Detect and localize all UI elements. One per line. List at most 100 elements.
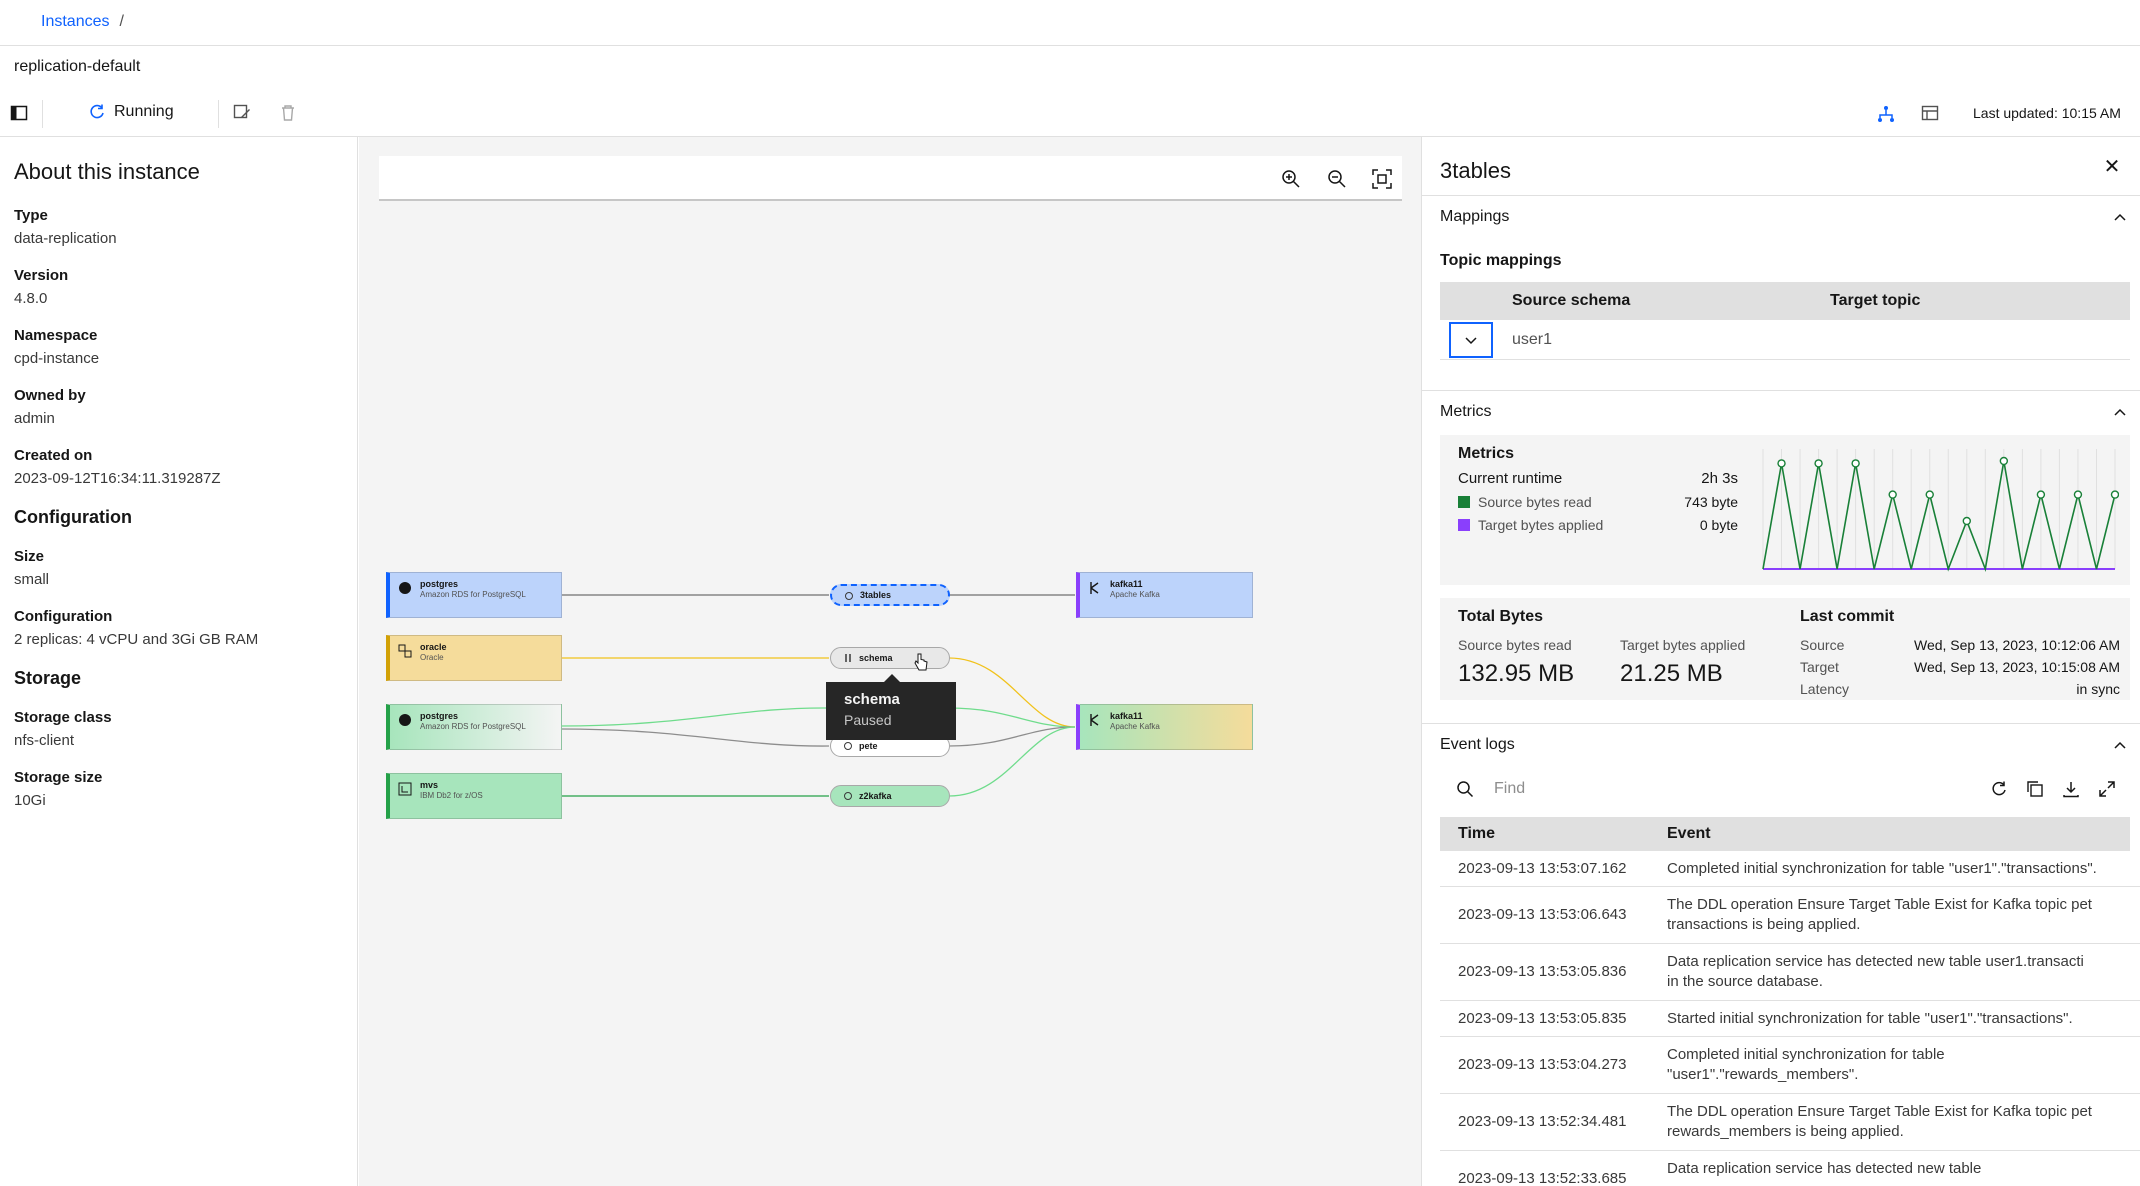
table-row: 2023-09-13 13:53:06.643 The DDL operatio… xyxy=(1440,887,2140,944)
source-series-point xyxy=(1777,459,1786,468)
total-bytes-heading: Total Bytes xyxy=(1458,608,1544,625)
source-series-point xyxy=(1888,490,1897,499)
latency-label: Latency xyxy=(1800,681,1850,697)
totals-card: Total Bytes Source bytes read 132.95 MB … xyxy=(1440,598,2130,700)
field-value: 4.8.0 xyxy=(14,290,48,307)
topology-canvas[interactable]: postgres Amazon RDS for PostgreSQL oracl… xyxy=(359,137,1421,1186)
about-field: Version 4.8.0 xyxy=(14,267,343,307)
source-series-point xyxy=(1999,456,2009,466)
field-label: Owned by xyxy=(14,387,86,404)
commit-target-value: Wed, Sep 13, 2023, 10:15:08 AM xyxy=(1913,659,2120,675)
event-text: Data replication service has detected ne… xyxy=(1667,953,2084,990)
search-input[interactable]: Find xyxy=(1494,780,1525,798)
flow-label: pete xyxy=(859,741,878,751)
toggle-panel-button[interactable] xyxy=(10,104,28,122)
runtime-value: 2h 3s xyxy=(1701,470,1738,487)
details-panel: 3tables ✕ Mappings Topic mappings Source… xyxy=(1421,137,2140,1186)
column-source-schema: Source schema xyxy=(1512,292,1631,309)
source-legend-swatch xyxy=(1458,496,1470,508)
breadcrumb-instances-link[interactable]: Instances xyxy=(41,13,109,31)
metrics-accordion[interactable]: Metrics xyxy=(1422,390,2140,436)
close-icon[interactable]: ✕ xyxy=(2102,157,2122,177)
topology-view-button[interactable] xyxy=(1876,104,1896,124)
event-text: The DDL operation Ensure Target Table Ex… xyxy=(1667,896,2092,933)
table-view-button[interactable] xyxy=(1921,104,1939,122)
app-root: Instances / replication-default Running … xyxy=(0,0,2140,1186)
node-title: postgres xyxy=(420,579,459,589)
delete-button[interactable] xyxy=(280,104,296,122)
page-title: replication-default xyxy=(14,58,141,75)
target-bytes-row: Target bytes applied 0 byte xyxy=(1458,517,1738,533)
column-target-topic: Target topic xyxy=(1830,292,1921,309)
configuration-heading: Configuration xyxy=(14,507,132,527)
copy-icon[interactable] xyxy=(2026,780,2044,798)
total-source-label: Source bytes read xyxy=(1458,637,1572,653)
toolbar-divider xyxy=(218,100,219,128)
node-title: kafka11 xyxy=(1110,579,1143,589)
edit-icon xyxy=(233,104,250,119)
event-table-header: Time Event xyxy=(1440,817,2130,851)
node-subtitle: Oracle xyxy=(420,653,444,662)
about-heading: About this instance xyxy=(14,159,200,184)
metrics-card: Metrics Current runtime 2h 3s Source byt… xyxy=(1440,435,2130,585)
config-field: Size small xyxy=(14,548,343,588)
target-node-kafka[interactable]: kafka11 Apache Kafka xyxy=(1076,704,1253,750)
field-label: Storage class xyxy=(14,709,112,726)
field-value: small xyxy=(14,571,50,588)
source-bytes-value: 743 byte xyxy=(1684,494,1738,510)
target-node-kafka[interactable]: kafka11 Apache Kafka xyxy=(1076,572,1253,618)
topology-icon xyxy=(1878,106,1894,122)
flow-label: schema xyxy=(859,653,893,663)
details-title: 3tables xyxy=(1440,158,1511,183)
chevron-up-icon xyxy=(2114,213,2126,221)
download-icon[interactable] xyxy=(2062,780,2080,798)
storage-field: Storage size 10Gi xyxy=(14,769,343,809)
refresh-icon xyxy=(844,792,852,800)
flow-pill-z2kafka[interactable]: z2kafka xyxy=(830,785,950,807)
database-icon xyxy=(399,582,411,594)
field-label: Size xyxy=(14,548,45,565)
node-title: postgres xyxy=(420,711,459,721)
source-node-oracle[interactable]: oracle Oracle xyxy=(386,635,562,681)
field-label: Type xyxy=(14,207,48,224)
refresh-icon[interactable] xyxy=(1990,780,2008,798)
tooltip-title: schema xyxy=(844,691,900,708)
trash-icon xyxy=(282,105,294,121)
search-icon xyxy=(1457,781,1474,798)
node-title: oracle xyxy=(420,642,447,652)
event-time: 2023-09-13 13:53:07.162 xyxy=(1458,860,1627,877)
source-series-point xyxy=(1925,490,1934,499)
runtime-label: Current runtime xyxy=(1458,470,1563,487)
mappings-accordion[interactable]: Mappings xyxy=(1422,195,2140,241)
event-logs-accordion[interactable]: Event logs xyxy=(1422,723,2140,769)
field-value: 2023-09-12T16:34:11.319287Z xyxy=(14,470,221,487)
breadcrumb-separator: / xyxy=(119,13,124,30)
mappings-table-header: Source schema Target topic xyxy=(1440,282,2130,320)
flow-pill-schema[interactable]: schema xyxy=(830,647,950,669)
about-field: Owned by admin xyxy=(14,387,343,427)
database-icon xyxy=(399,714,411,726)
flow-pill-3tables[interactable]: 3tables xyxy=(830,584,950,606)
last-commit-heading: Last commit xyxy=(1800,608,1895,625)
about-field: Created on 2023-09-12T16:34:11.319287Z xyxy=(14,447,343,487)
table-row: 2023-09-13 13:52:34.481 The DDL operatio… xyxy=(1440,1094,2140,1151)
commit-target-label: Target xyxy=(1800,659,1839,675)
source-node-postgres[interactable]: postgres Amazon RDS for PostgreSQL xyxy=(386,704,562,750)
expand-row-button[interactable] xyxy=(1449,322,1493,358)
source-node-mvs[interactable]: mvs IBM Db2 for z/OS xyxy=(386,773,562,819)
refresh-icon xyxy=(845,592,853,600)
source-node-postgres[interactable]: postgres Amazon RDS for PostgreSQL xyxy=(386,572,562,618)
table-view-icon xyxy=(1921,105,1939,121)
target-bytes-label: Target bytes applied xyxy=(1478,517,1604,533)
source-series-point xyxy=(1814,459,1823,468)
runtime-row: Current runtime 2h 3s xyxy=(1458,470,1738,487)
source-bytes-label: Source bytes read xyxy=(1478,494,1592,510)
target-legend-swatch xyxy=(1458,519,1470,531)
event-text: Completed initial synchronization for ta… xyxy=(1667,1046,1945,1083)
edit-button[interactable] xyxy=(233,104,251,122)
source-series-point xyxy=(2073,490,2083,499)
expand-icon[interactable] xyxy=(2098,780,2116,798)
tooltip-status: Paused xyxy=(844,712,892,728)
event-time: 2023-09-13 13:52:33.685 xyxy=(1458,1170,1627,1186)
status-running[interactable]: Running xyxy=(88,103,174,121)
